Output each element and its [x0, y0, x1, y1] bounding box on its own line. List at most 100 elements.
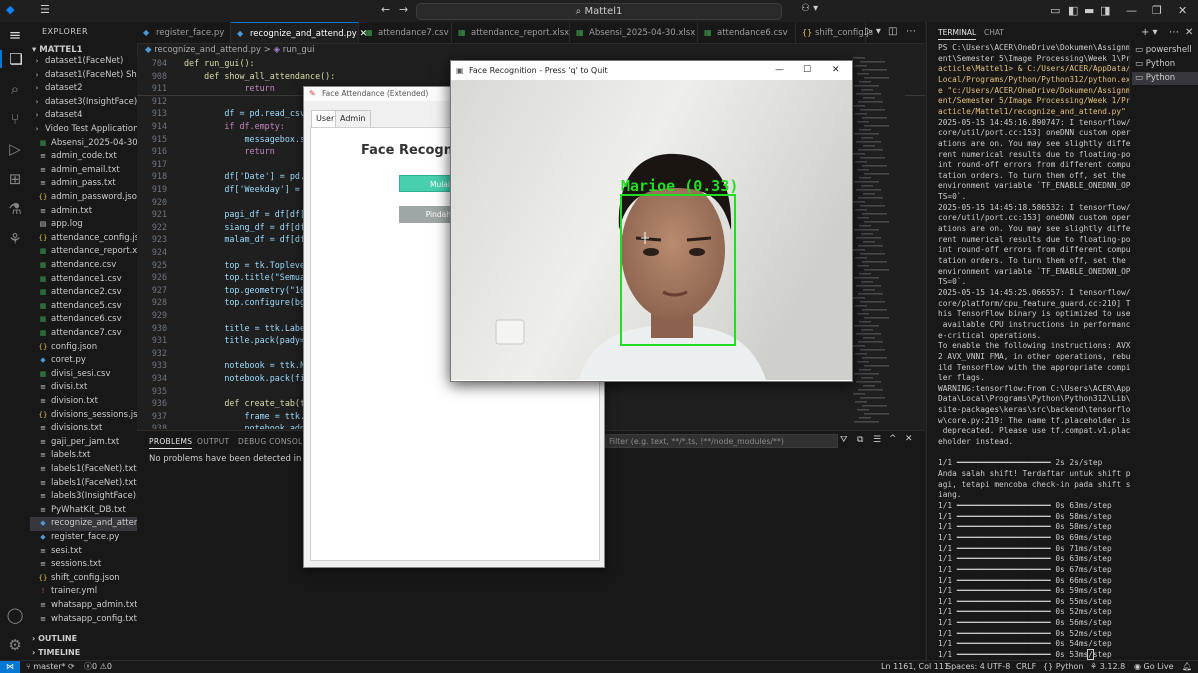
file-item[interactable]: ≡ labels3(InsightFace).txt	[30, 490, 137, 504]
file-item[interactable]: {} config.json	[30, 341, 137, 355]
minimize-icon[interactable]: —	[775, 61, 784, 80]
file-item[interactable]: ≡ sessions.txt	[30, 558, 137, 572]
editor-tab[interactable]: ▦ attendance_report.xlsx	[452, 22, 570, 43]
tab-debug-console[interactable]: DEBUG CONSOLE	[238, 437, 308, 446]
run-debug-icon[interactable]: ▷	[6, 140, 24, 158]
file-item[interactable]: ▦ attendance6.csv	[30, 313, 137, 327]
layout-toggle-icon[interactable]: ▭	[1050, 4, 1060, 17]
menu-hamburger-icon[interactable]: ≡	[6, 26, 24, 44]
file-item[interactable]: {} admin_password.json	[30, 191, 137, 205]
indentation[interactable]: Spaces: 4	[946, 661, 985, 673]
maximize-icon[interactable]: ☐	[803, 61, 811, 80]
python-version[interactable]: ⚘ 3.12.8	[1090, 661, 1125, 673]
problems-indicator[interactable]: ⓧ0 ⚠0	[84, 661, 112, 673]
cursor-position[interactable]: Ln 1161, Col 111	[881, 661, 949, 673]
file-item[interactable]: {}attendance_config.json	[30, 232, 137, 246]
tab-output[interactable]: OUTPUT	[197, 437, 229, 446]
more-actions-icon[interactable]: ⋯	[1169, 27, 1179, 38]
terminal-session-powershell[interactable]: ▭ powershell	[1132, 44, 1198, 57]
file-item[interactable]: ≡ divisi.txt	[30, 381, 137, 395]
editor-tab[interactable]: ◆ register_face.py	[137, 22, 231, 43]
new-terminal-icon[interactable]: + ▾	[1141, 27, 1158, 38]
file-item[interactable]: ◆ register_face.py	[30, 531, 137, 545]
view-as-list-icon[interactable]: ☰	[873, 435, 881, 445]
bell-icon[interactable]: 🔔︎	[1182, 661, 1192, 673]
maximize-panel-icon[interactable]: ^	[889, 434, 897, 444]
file-item[interactable]: ▦ divisi_sesi.csv	[30, 368, 137, 382]
file-item[interactable]: ! trainer.yml	[30, 585, 137, 599]
file-item[interactable]: ≡ division.txt	[30, 395, 137, 409]
python-icon[interactable]: ⚘	[6, 230, 24, 248]
file-item[interactable]: ≡ labels.txt	[30, 449, 137, 463]
filter-icon[interactable]: ⛛	[840, 435, 848, 445]
secondary-sidebar-icon[interactable]: ◨	[1100, 4, 1110, 17]
folder-item[interactable]: › Video Test Application	[30, 123, 137, 137]
tab-admin[interactable]: Admin	[335, 110, 371, 127]
command-center-search[interactable]: ⌕ Mattel1	[416, 3, 782, 20]
encoding[interactable]: UTF-8	[987, 661, 1010, 673]
workspace-root[interactable]: ▾ MATTEL1	[32, 45, 83, 55]
language-mode[interactable]: {} Python	[1043, 661, 1083, 673]
remote-icon[interactable]: ⋈	[0, 661, 20, 673]
menu-icon[interactable]: ☰	[40, 3, 50, 16]
sidebar-toggle-icon[interactable]: ◧	[1068, 4, 1078, 17]
terminal-session-python-1[interactable]: ▭ Python	[1132, 58, 1198, 71]
close-icon[interactable]: ✕	[832, 61, 840, 80]
file-item[interactable]: ▦ attendance2.csv	[30, 286, 137, 300]
file-item[interactable]: ≡ admin_email.txt	[30, 164, 137, 178]
file-item[interactable]: ≡ whatsapp_config.txt	[30, 613, 137, 627]
file-item[interactable]: ≡ labels1(FaceNet).txt	[30, 463, 137, 477]
back-arrow-icon[interactable]: ←	[381, 3, 390, 16]
tab-problems[interactable]: PROBLEMS	[149, 437, 193, 449]
file-item[interactable]: {}divisions_sessions.json	[30, 409, 137, 423]
file-item[interactable]: ≡ admin.txt	[30, 205, 137, 219]
start-attendance-button[interactable]: Mulai	[399, 175, 457, 192]
tab-chat[interactable]: CHAT	[984, 28, 1004, 37]
split-editor-icon[interactable]: ◫	[888, 26, 897, 37]
explorer-files-icon[interactable]: ❏	[0, 50, 30, 68]
folder-item[interactable]: › dataset1(FaceNet)	[30, 55, 137, 69]
file-item[interactable]: ▤ app.log	[30, 218, 137, 232]
file-item[interactable]: ▦ attendance.csv	[30, 259, 137, 273]
copilot-icon[interactable]: ⚇ ▾	[801, 3, 818, 14]
file-item[interactable]: ≡ sesi.txt	[30, 545, 137, 559]
file-item[interactable]: ≡ divisions.txt	[30, 422, 137, 436]
folder-item[interactable]: › dataset3(InsightFace)	[30, 96, 137, 110]
file-item[interactable]: ≡ gaji_per_jam.txt	[30, 436, 137, 450]
editor-tab[interactable]: ▦ Absensi_2025-04-30.xlsx	[570, 22, 698, 43]
close-terminal-icon[interactable]: ✕	[1185, 27, 1193, 38]
run-file-icon[interactable]: ▷ ▾	[865, 26, 881, 37]
file-item[interactable]: ≡ whatsapp_admin.txt	[30, 599, 137, 613]
file-item[interactable]: ≡ labels1(FaceNet).txt	[30, 477, 137, 491]
editor-tab[interactable]: {} shift_config.js	[796, 22, 873, 43]
go-live-button[interactable]: ◉ Go Live	[1134, 661, 1174, 673]
collapse-all-icon[interactable]: ⧉	[857, 435, 863, 445]
sync-icon[interactable]: ⟳	[68, 661, 75, 673]
minimap[interactable]	[850, 57, 905, 429]
breadcrumb-file[interactable]: recognize_and_attend.py	[154, 45, 261, 55]
file-item[interactable]: ≡ PyWhatKit_DB.txt	[30, 504, 137, 518]
search-icon[interactable]: ⌕	[6, 80, 24, 98]
timeline-section[interactable]: › TIMELINE	[32, 648, 80, 657]
close-icon[interactable]: ✕	[1178, 4, 1187, 17]
maximize-icon[interactable]: ❐	[1152, 4, 1162, 17]
terminal-session-python-2[interactable]: ▭ Python	[1132, 72, 1198, 85]
move-shift-button[interactable]: Pindah	[399, 206, 457, 223]
file-item[interactable]: ◆ recognize_and_attend...	[30, 517, 137, 531]
source-control-icon[interactable]: ⑂	[6, 110, 24, 128]
file-item[interactable]: ▦ Absensi_2025-04-30.x...	[30, 137, 137, 151]
more-actions-icon[interactable]: ⋯	[906, 26, 916, 37]
terminal-panel[interactable]: TERMINAL CHAT + ▾ ⋯ ✕ PS C:\Users\ACER\O…	[926, 22, 1198, 660]
file-item[interactable]: ≡ admin_code.txt	[30, 150, 137, 164]
folder-item[interactable]: › dataset4	[30, 109, 137, 123]
panel-toggle-icon[interactable]: ▬	[1084, 4, 1094, 17]
folder-item[interactable]: › dataset1(FaceNet) Shift	[30, 69, 137, 83]
file-item[interactable]: ≡ admin_pass.txt	[30, 177, 137, 191]
file-item[interactable]: ▦ attendance_report.xlsx	[30, 245, 137, 259]
eol[interactable]: CRLF	[1016, 661, 1036, 673]
minimize-icon[interactable]: —	[1126, 4, 1137, 17]
file-item[interactable]: ◆ coret.py	[30, 354, 137, 368]
editor-tab[interactable]: ▦ attendance6.csv	[698, 22, 796, 43]
outline-section[interactable]: › OUTLINE	[32, 634, 77, 643]
editor-tab[interactable]: ▦ attendance7.csv	[359, 22, 452, 43]
